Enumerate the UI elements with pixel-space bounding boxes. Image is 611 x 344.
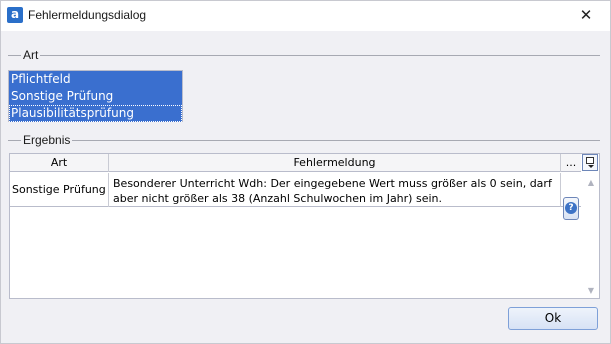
column-header-more[interactable]: ... — [561, 154, 581, 172]
column-header-art[interactable]: Art — [10, 154, 109, 172]
scroll-up-icon[interactable]: ▲ — [586, 178, 596, 188]
art-list-item-sonstige-pruefung[interactable]: Sonstige Prüfung — [9, 88, 182, 105]
art-group-label: Art — [21, 48, 41, 62]
column-header-fehlermeldung[interactable]: Fehlermeldung — [109, 154, 561, 172]
app-logo-icon: a — [7, 7, 23, 23]
column-chooser-button[interactable] — [582, 154, 598, 171]
table-row[interactable]: Sonstige Prüfung Besonderer Unterricht W… — [10, 173, 581, 220]
column-chooser-icon — [586, 157, 594, 164]
art-group-divider — [8, 55, 600, 56]
help-button[interactable]: ? — [563, 197, 579, 220]
title-bar: a Fehlermeldungsdialog ✕ — [0, 0, 611, 31]
scroll-down-icon[interactable]: ▼ — [586, 286, 596, 296]
result-grid[interactable]: Art Fehlermeldung ... Sonstige Prüfung B… — [9, 153, 600, 299]
ok-button[interactable]: Ok — [508, 307, 598, 330]
art-list-item-plausibilitaetspruefung[interactable]: Plausibilitätsprüfung — [9, 105, 182, 122]
help-icon: ? — [565, 202, 577, 214]
cell-fehlermeldung: Besonderer Unterricht Wdh: Der eingegebe… — [109, 173, 561, 207]
cell-art: Sonstige Prüfung — [10, 173, 109, 207]
ergebnis-group-divider — [8, 140, 600, 141]
grid-header: Art Fehlermeldung ... — [10, 154, 581, 172]
vertical-scrollbar[interactable]: ▲ ▼ — [583, 174, 599, 298]
close-button[interactable]: ✕ — [566, 2, 606, 28]
art-listbox[interactable]: Pflichtfeld Sonstige Prüfung Plausibilit… — [8, 70, 183, 122]
window-title: Fehlermeldungsdialog — [28, 8, 147, 22]
art-list-item-pflichtfeld[interactable]: Pflichtfeld — [9, 71, 182, 88]
ergebnis-group-label: Ergebnis — [21, 133, 73, 147]
dropdown-arrow-icon — [588, 165, 594, 168]
